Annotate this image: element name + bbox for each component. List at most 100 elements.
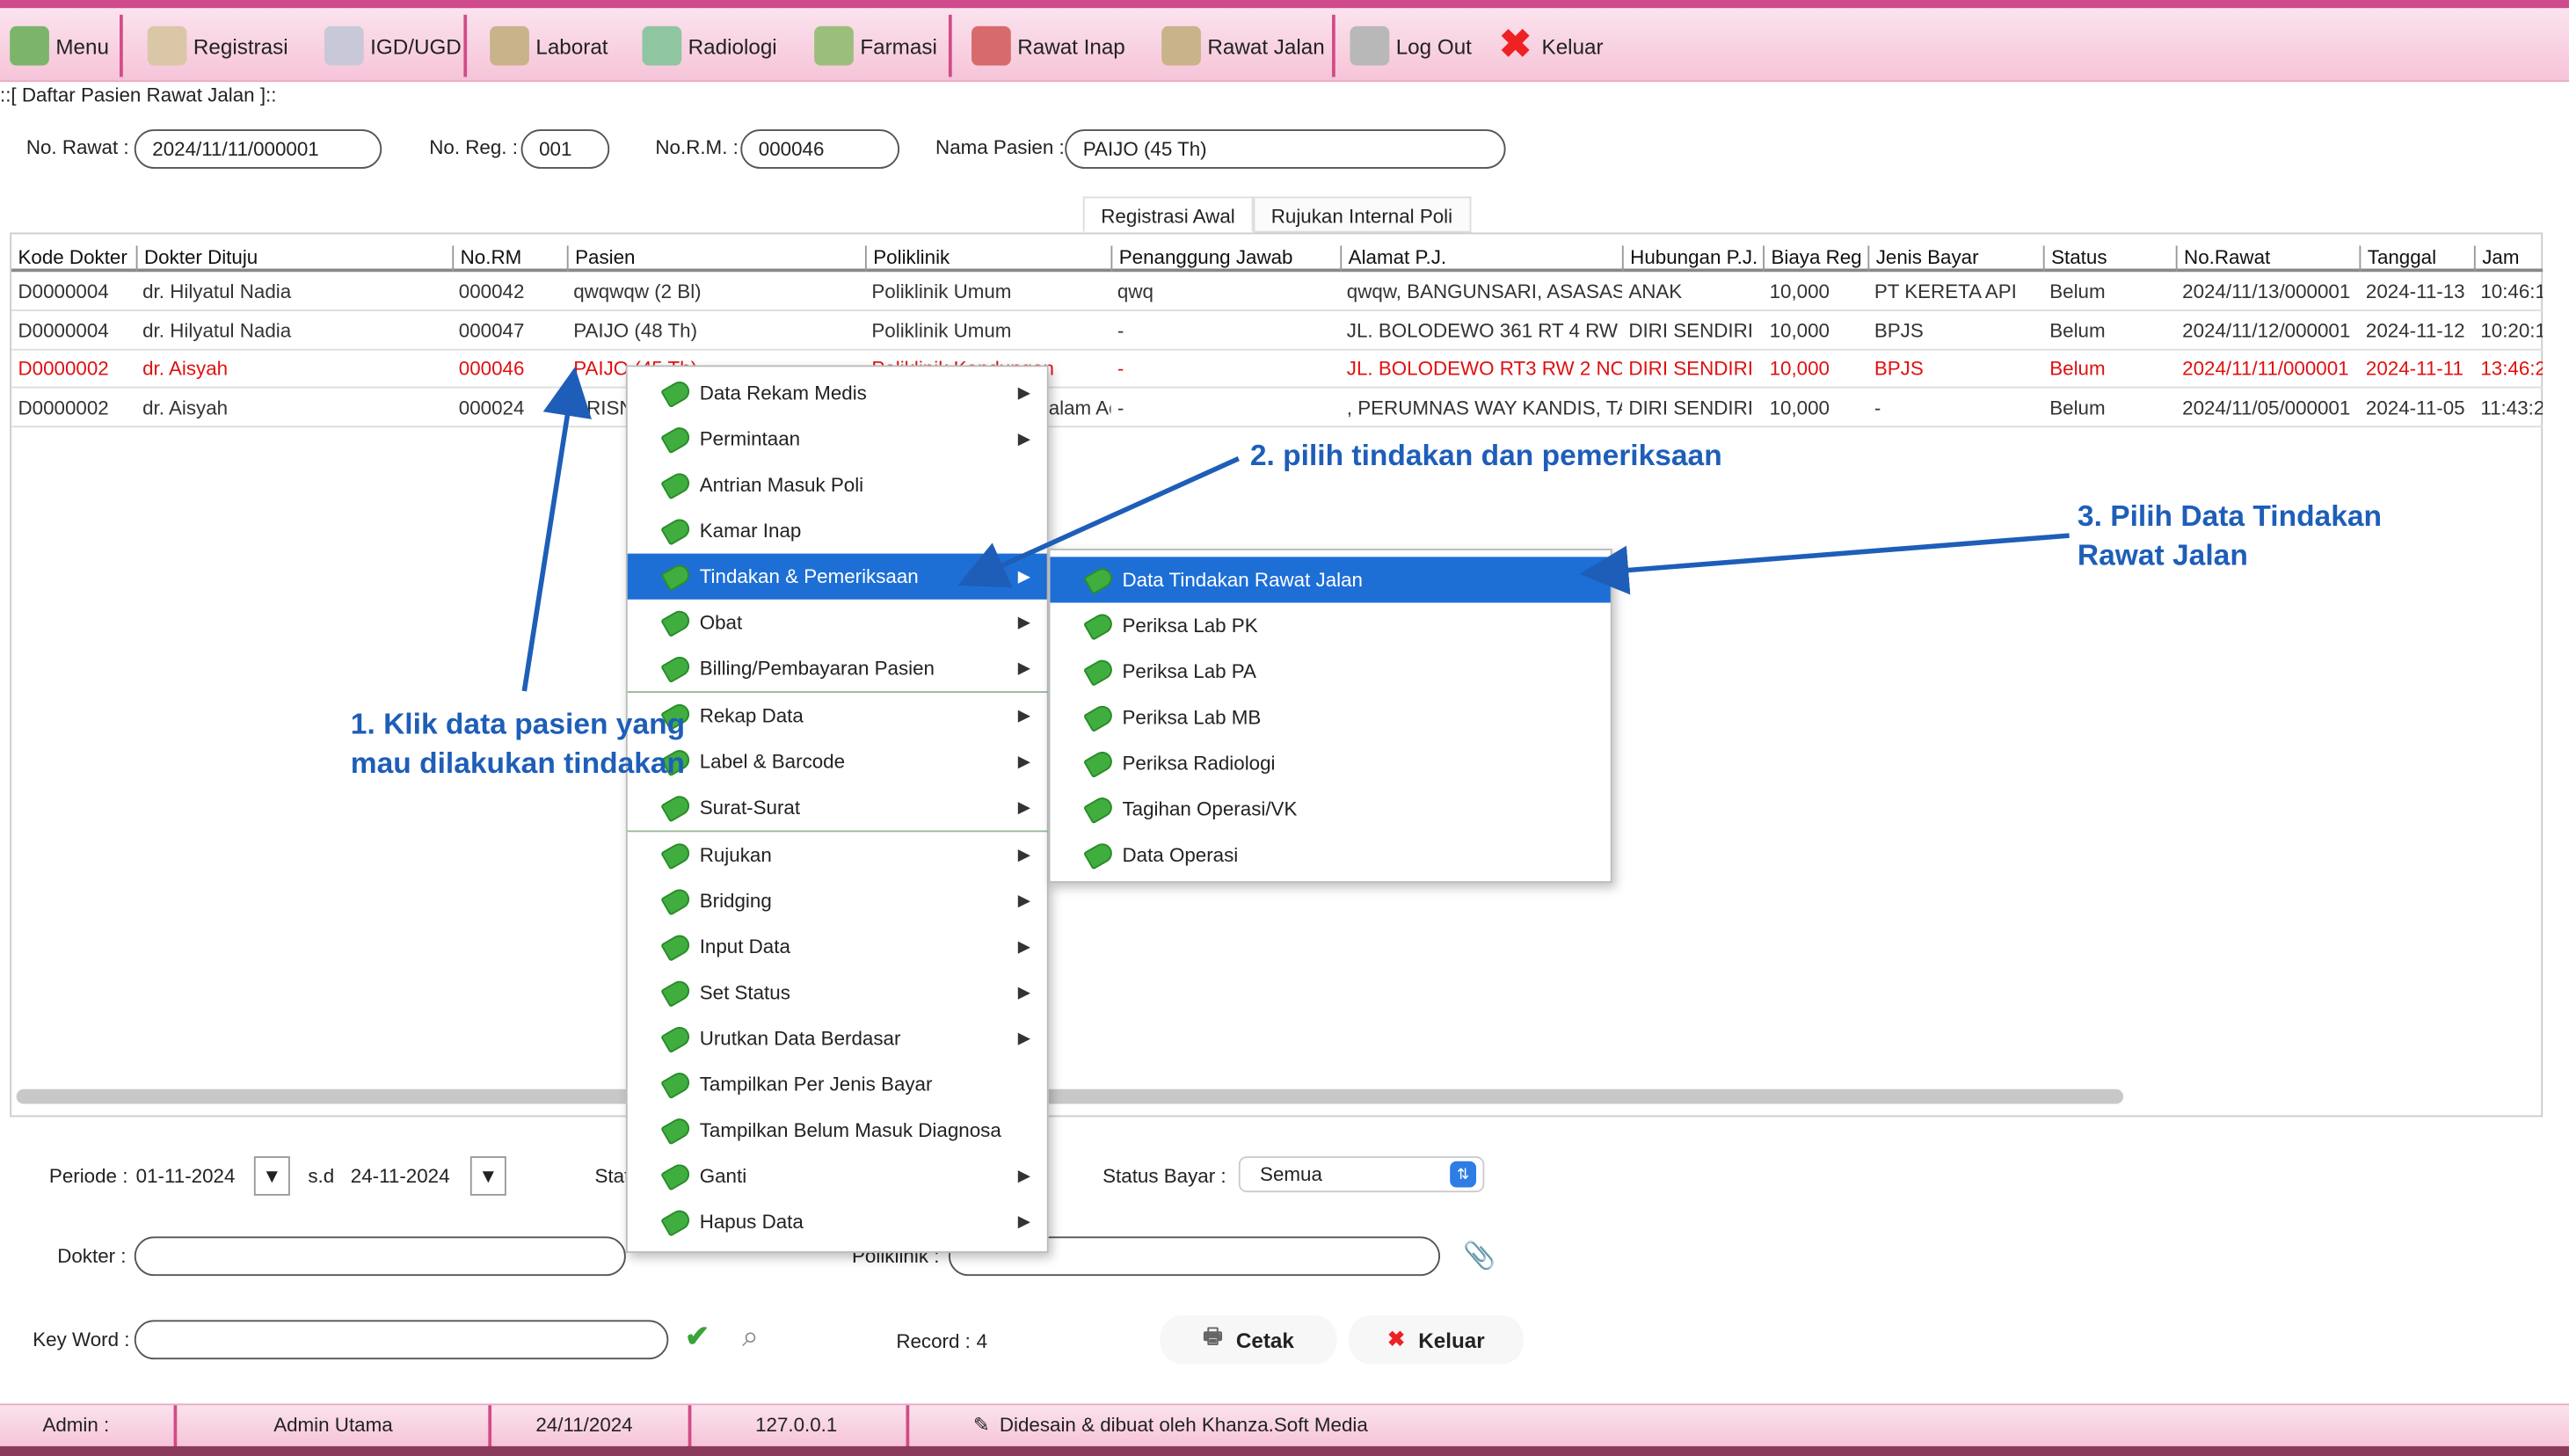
column-header[interactable]: Status [2042, 245, 2176, 273]
table-cell: 13:46:2 [2480, 357, 2544, 381]
context-menu-item[interactable]: Tindakan & Pemeriksaan ▶ [627, 553, 1047, 600]
keluar-button[interactable]: ✖ Keluar [1348, 1314, 1525, 1365]
registrasi-button[interactable]: Registrasi [147, 19, 288, 72]
menu-button[interactable]: Menu [10, 19, 109, 72]
context-menu-item[interactable]: Tampilkan Belum Masuk Diagnosa [628, 1107, 1047, 1153]
no-rawat-field[interactable]: 2024/11/11/000001 [134, 129, 382, 169]
laborat-label: Laborat [535, 33, 608, 59]
context-menu-item[interactable]: Obat ▶ [628, 600, 1047, 645]
table-cell: 2024-11-12 [2365, 318, 2465, 342]
periode-to-value[interactable]: 24-11-2024 [351, 1164, 450, 1187]
context-menu-item[interactable]: Tampilkan Per Jenis Bayar [628, 1061, 1047, 1107]
main-toolbar: Menu Registrasi IGD/UGD Laborat Radiolog… [0, 8, 2569, 83]
table-cell: DIRI SENDIRI [1628, 318, 1753, 342]
horizontal-scrollbar[interactable] [16, 1088, 2124, 1104]
column-header[interactable]: Jam [2473, 245, 2543, 273]
context-menu-label: Rujukan [699, 843, 772, 867]
pencil-icon: ✎ [972, 1413, 990, 1437]
column-header[interactable]: Hubungan P.J. [1621, 245, 1763, 273]
paperclip-icon[interactable]: 📎 [1463, 1240, 1496, 1272]
context-menu-item[interactable]: Rekap Data ▶ [628, 693, 1047, 739]
table-cell: dr. Aisyah [142, 396, 229, 420]
context-menu-item[interactable]: Permintaan ▶ [628, 416, 1047, 462]
submenu-item[interactable]: Periksa Lab PA [1051, 649, 1611, 695]
periode-from-value[interactable]: 01-11-2024 [136, 1164, 236, 1187]
context-menu-item[interactable]: Input Data ▶ [628, 924, 1047, 970]
context-menu-item[interactable]: Rujukan ▶ [628, 832, 1047, 877]
context-menu-item[interactable]: Data Rekam Medis ▶ [628, 370, 1047, 416]
context-menu-item[interactable]: Billing/Pembayaran Pasien ▶ [628, 645, 1047, 691]
column-header[interactable]: No.Rawat [2175, 245, 2360, 273]
submenu-item[interactable]: Data Tindakan Rawat Jalan [1050, 557, 1611, 603]
table-cell: DIRI SENDIRI [1628, 357, 1753, 381]
rawat-jalan-button[interactable]: Rawat Jalan [1161, 19, 1325, 72]
rawat-inap-button[interactable]: Rawat Inap [972, 19, 1125, 72]
checkmark-icon[interactable]: ✔ [685, 1320, 710, 1354]
column-header[interactable]: No.RM [452, 245, 566, 273]
table-cell: - [1117, 396, 1124, 420]
table-row[interactable]: D0000004 dr. Hilyatul Nadia 000047 PAIJO (4… [11, 312, 2544, 351]
table-cell: Poliklinik Umum [871, 280, 1012, 303]
column-header[interactable]: Biaya Reg [1763, 245, 1867, 273]
keluar-toolbar-button[interactable]: ✖ Keluar [1496, 19, 1604, 72]
farmasi-button[interactable]: Farmasi [814, 19, 937, 72]
table-cell: 10,000 [1769, 280, 1830, 303]
periode-to-dropdown[interactable]: ▼ [469, 1156, 506, 1196]
context-menu-label: Tindakan & Pemeriksaan [699, 564, 919, 588]
lab-icon [490, 25, 529, 66]
column-header[interactable]: Jenis Bayar [1867, 245, 2042, 273]
status-bayar-select[interactable]: Semua ⇅ [1238, 1156, 1485, 1193]
context-menu-item[interactable]: Bridging ▶ [628, 877, 1047, 923]
laborat-button[interactable]: Laborat [490, 19, 608, 72]
context-menu-item[interactable]: Surat-Surat ▶ [628, 784, 1047, 830]
submenu-label: Periksa Lab PK [1122, 614, 1258, 637]
submenu-item[interactable]: Data Operasi [1051, 832, 1611, 877]
annotation-step-3: 3. Pilih Data Tindakan Rawat Jalan [2078, 496, 2382, 574]
context-menu-label: Rekap Data [699, 704, 804, 728]
radiologi-button[interactable]: Radiologi [642, 19, 777, 72]
column-header[interactable]: Dokter Dituju [135, 245, 453, 273]
column-header[interactable]: Poliklinik [864, 245, 1111, 273]
tab-rujukan-internal-poli[interactable]: Rujukan Internal Poli [1253, 196, 1471, 233]
search-icon[interactable]: ⌕ [742, 1320, 759, 1354]
table-cell: BPJS [1874, 318, 1924, 342]
hospital-icon [972, 25, 1011, 66]
context-menu-item[interactable]: Antrian Masuk Poli [628, 462, 1047, 507]
submenu-item[interactable]: Periksa Lab MB [1051, 695, 1611, 740]
tag-icon [660, 561, 694, 592]
igd-button[interactable]: IGD/UGD [324, 19, 462, 72]
context-menu-item[interactable]: Kamar Inap [628, 507, 1047, 553]
table-row[interactable]: D0000002dr. Aisyah000046PAIJO (45 Th)Pol… [11, 351, 2544, 389]
table-cell: 10:46:1 [2480, 280, 2544, 303]
logout-button[interactable]: Log Out [1350, 19, 1472, 72]
table-row[interactable]: D0000002dr. Aisyah000024KRISNAPoliklinik… [11, 390, 2544, 428]
tab-registrasi-awal[interactable]: Registrasi Awal [1082, 196, 1254, 233]
cetak-button[interactable]: 🖶 Cetak [1160, 1314, 1337, 1365]
column-header[interactable]: Alamat P.J. [1340, 245, 1622, 273]
keyword-field[interactable] [134, 1320, 669, 1360]
logout-label: Log Out [1395, 33, 1472, 59]
submenu-item[interactable]: Tagihan Operasi/VK [1051, 786, 1611, 832]
tag-icon [660, 470, 694, 500]
submenu-item[interactable]: Periksa Lab PK [1051, 603, 1611, 649]
dokter-field[interactable] [134, 1236, 626, 1277]
column-header[interactable]: Tanggal [2359, 245, 2473, 273]
context-menu-item[interactable]: Hapus Data ▶ [628, 1199, 1047, 1245]
nama-pasien-field[interactable]: PAIJO (45 Th) [1065, 129, 1506, 169]
no-rm-field[interactable]: 000046 [740, 129, 900, 169]
no-reg-field[interactable]: 001 [520, 129, 610, 169]
context-menu-item[interactable]: Ganti ▶ [628, 1153, 1047, 1198]
table-row[interactable]: D0000004 dr. Hilyatul Nadia 000042 qwqwqw (… [11, 273, 2544, 311]
periode-from-dropdown[interactable]: ▼ [253, 1156, 290, 1196]
context-menu-item[interactable]: Set Status ▶ [628, 970, 1047, 1016]
annotation-step-1: 1. Klik data pasien yang mau dilakukan ti… [351, 704, 685, 783]
column-header[interactable]: Penanggung Jawab [1110, 245, 1340, 273]
column-header[interactable]: Kode Dokter [11, 245, 136, 272]
context-menu-item[interactable]: Urutkan Data Berdasar ▶ [628, 1016, 1047, 1061]
column-header[interactable]: Pasien [566, 245, 865, 273]
context-menu-item[interactable]: Label & Barcode ▶ [628, 739, 1047, 784]
tag-icon [660, 977, 694, 1008]
table-cell: D0000002 [18, 357, 109, 381]
status-divider [173, 1405, 178, 1448]
submenu-item[interactable]: Periksa Radiologi [1051, 740, 1611, 786]
